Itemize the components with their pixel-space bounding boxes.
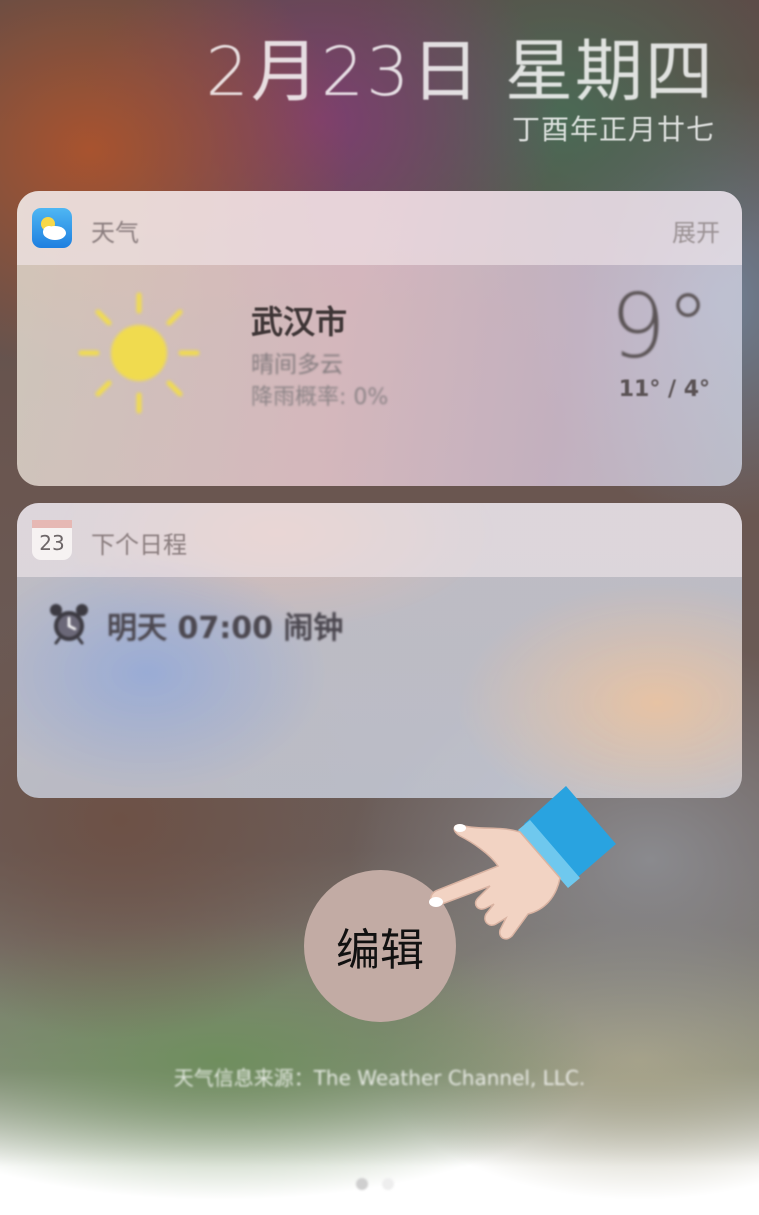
pointing-hand-icon [429,786,616,940]
calendar-icon-bar [32,520,72,528]
lunar-date: 丁酉年正月廿七 [511,113,715,146]
weather-condition: 晴间多云 [251,352,343,378]
sun-icon [78,292,200,414]
weather-widget-title: 天气 [91,219,139,247]
weather-city: 武汉市 [251,303,348,341]
calendar-widget-header: 23 下个日程 [17,503,742,577]
calendar-widget[interactable]: 23 下个日程 明天 07:00 闹钟 [17,503,742,798]
weather-attribution[interactable]: 天气信息来源：The Weather Channel, LLC. [0,1062,759,1091]
weather-widget-header: 天气 展开 [17,191,742,265]
date-title: 2月23日 星期四 [205,33,715,112]
page-dot-active [356,1178,368,1190]
weather-widget[interactable]: 天气 展开 武汉市 晴间多云 降雨概率: 0% 9° 11° / 4° [17,191,742,486]
alarm-clock-icon [50,604,88,645]
precipitation-probability: 降雨概率: 0% [251,385,389,410]
weather-app-icon [32,208,72,248]
calendar-app-icon: 23 [32,520,72,560]
calendar-icon-date: 23 [39,531,65,555]
next-event[interactable]: 明天 07:00 闹钟 [107,603,343,647]
page-indicator[interactable] [356,1178,394,1190]
current-temperature: 9° [610,275,710,378]
page-dot [382,1178,394,1190]
temperature-range: 11° / 4° [618,377,710,402]
calendar-widget-title: 下个日程 [91,531,187,559]
expand-button[interactable]: 展开 [672,213,720,248]
